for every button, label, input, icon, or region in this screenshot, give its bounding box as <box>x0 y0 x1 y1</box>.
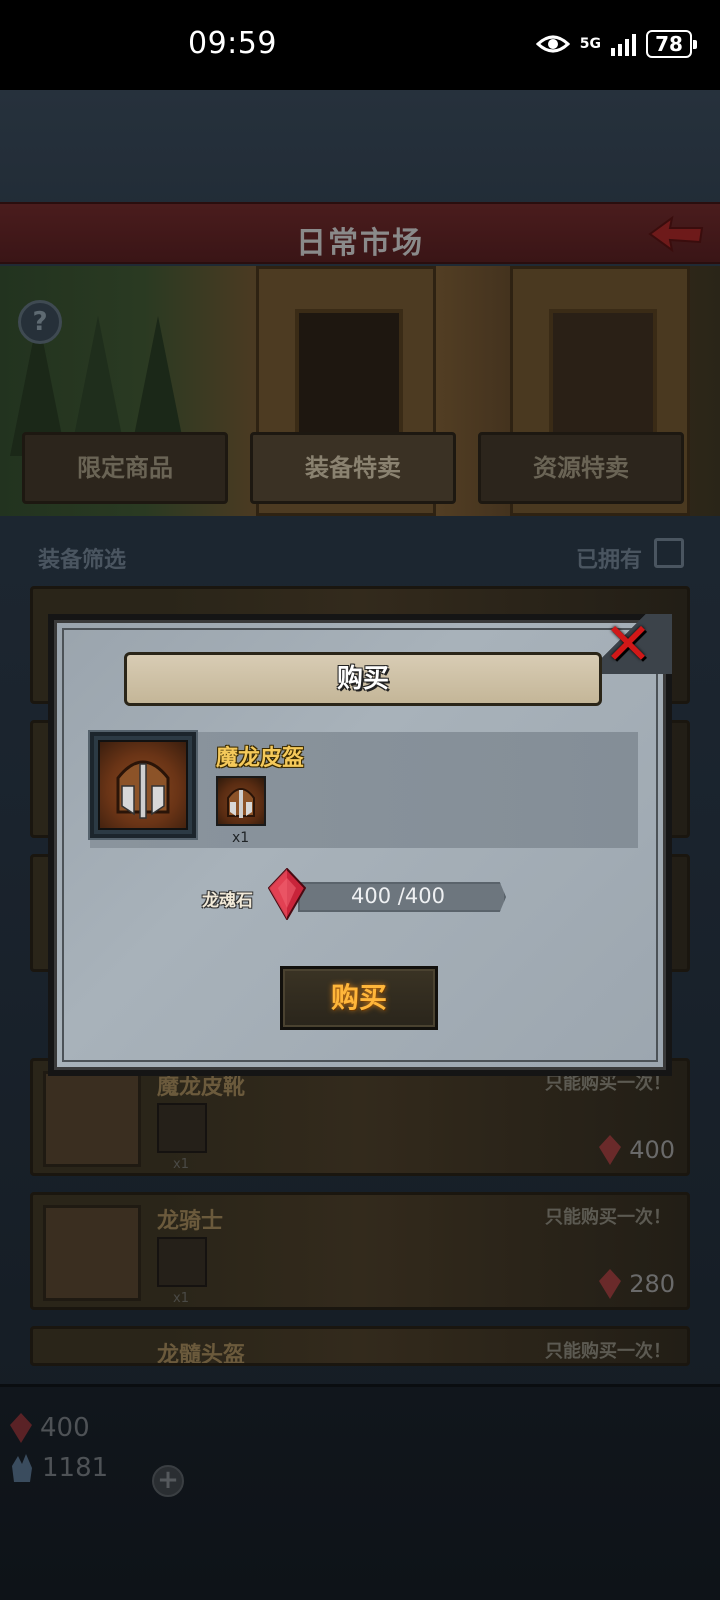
resource-bar: 400 1181 + <box>0 1384 720 1600</box>
merchant-window <box>295 309 403 439</box>
owned-label: 已拥有 <box>575 548 642 573</box>
network-type: 5G <box>579 36 601 52</box>
status-icons: 5G 78 <box>535 30 697 58</box>
price-value: 400 <box>629 1136 675 1164</box>
equipment-filter[interactable]: 装备筛选 <box>38 542 126 574</box>
dragon-soul-count: 400 <box>40 1413 90 1443</box>
add-crystal-button[interactable]: + <box>152 1465 184 1497</box>
item-qty: x1 <box>173 1291 189 1306</box>
dragon-knight-thumbnail <box>43 1205 141 1301</box>
tab-equipment-sale[interactable]: 装备特卖 <box>250 432 456 504</box>
dragon-soul-gem-icon <box>599 1269 622 1299</box>
crystal-icon <box>12 1454 32 1482</box>
signal-icon <box>611 32 636 56</box>
purchase-limit: 只能购买一次！ <box>545 1207 671 1228</box>
buy-button-label: 购买 <box>330 981 387 1014</box>
side-window <box>549 309 657 439</box>
dragon-soul-gem-icon <box>10 1413 32 1443</box>
helmet-small-graphic <box>227 788 255 818</box>
dialog-title-plate: 购买 <box>124 652 602 706</box>
crystal-count: 1181 <box>42 1453 109 1483</box>
item-price: 280 <box>599 1269 675 1299</box>
cost-label: 龙魂石 <box>202 891 253 911</box>
item-name: 魔龙皮盔 <box>216 746 305 771</box>
tab-resource-sale[interactable]: 资源特卖 <box>478 432 684 504</box>
price-value: 280 <box>629 1270 675 1298</box>
list-item[interactable]: 龙骑士 只能购买一次！ x1 280 <box>30 1192 690 1310</box>
eye-icon <box>535 35 570 53</box>
list-item[interactable]: 龙髓头盔 只能购买一次！ <box>30 1326 690 1366</box>
helmet-graphic <box>116 760 170 819</box>
helmet-small-icon <box>216 776 266 826</box>
owned-checkbox[interactable] <box>654 538 684 568</box>
item-qty: x1 <box>173 1157 189 1172</box>
helmet-icon <box>98 740 188 830</box>
help-icon[interactable]: ? <box>18 300 62 344</box>
buy-button[interactable]: 购买 <box>280 966 438 1030</box>
dragon-soul-gem-icon <box>599 1135 622 1165</box>
dragon-soul-resource: 400 <box>10 1413 90 1443</box>
clock: 09:59 <box>188 26 277 61</box>
dragon-knight-icon <box>157 1237 207 1287</box>
back-arrow-icon[interactable] <box>646 214 706 254</box>
purchase-dialog: ✕ 购买 魔龙皮盔 x1 龙魂石 400 /400 购买 <box>48 614 672 1076</box>
purchase-limit: 只能购买一次！ <box>545 1341 671 1362</box>
filter-row: 装备筛选 已拥有 <box>0 526 720 586</box>
item-price: 400 <box>599 1135 675 1165</box>
battery-icon: 78 <box>646 30 697 58</box>
tab-limited[interactable]: 限定商品 <box>22 432 228 504</box>
title-bar: 日常市场 <box>0 202 720 264</box>
item-icon-frame <box>90 732 196 838</box>
boots-icon <box>157 1103 207 1153</box>
crystal-resource: 1181 <box>10 1453 108 1483</box>
status-bar: 09:59 5G 78 <box>0 0 720 90</box>
boots-thumbnail <box>43 1071 141 1167</box>
item-name: 龙骑士 <box>157 1209 224 1234</box>
item-qty: x1 <box>232 830 250 846</box>
cost-value: 400 /400 <box>351 884 445 908</box>
item-name: 龙髓头盔 <box>157 1343 246 1366</box>
close-icon[interactable]: ✕ <box>600 615 656 674</box>
dialog-title: 购买 <box>336 664 389 694</box>
page-title: 日常市场 <box>296 226 424 261</box>
